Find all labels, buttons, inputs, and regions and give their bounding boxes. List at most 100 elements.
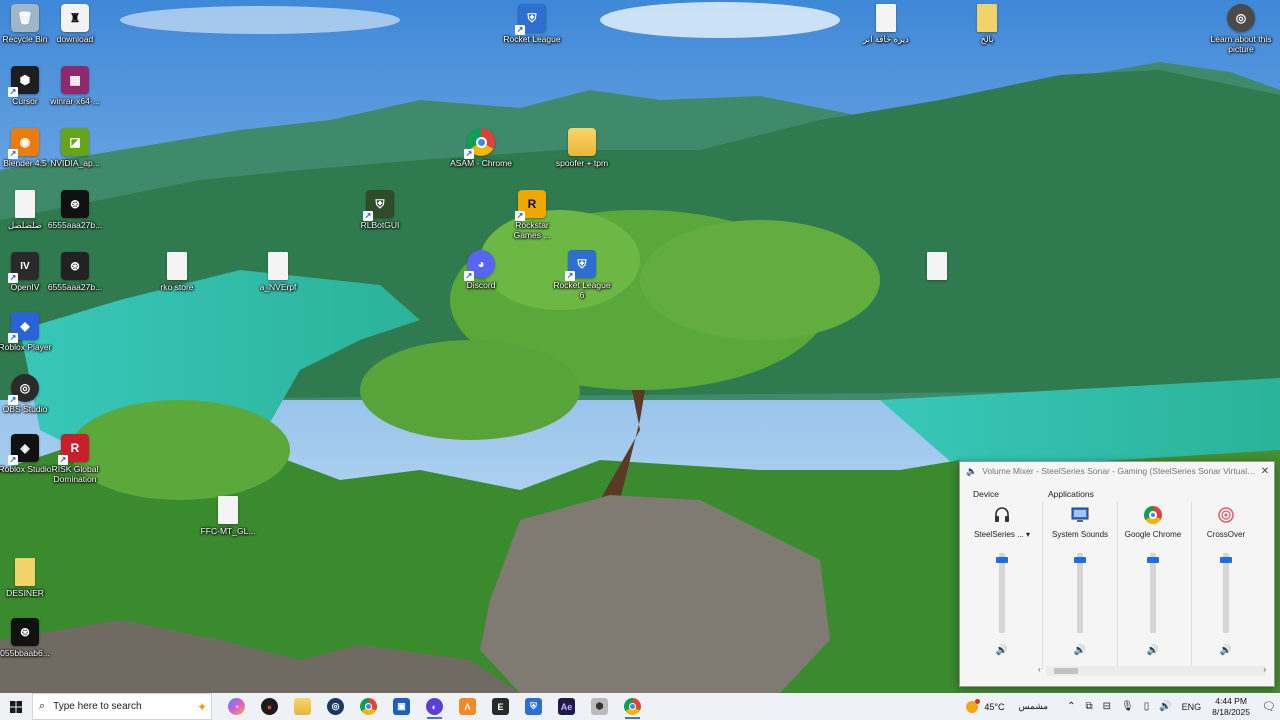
desktop-icon-rlbotgui[interactable]: ⛨ ↗ RLBotGUI (349, 190, 411, 230)
desktop-icon-discord[interactable]: ◕ ↗ Discord (450, 250, 512, 290)
device-header: Device (973, 489, 999, 499)
desktop-icon-spoofer[interactable]: spoofer + tpm (551, 128, 613, 168)
chrome-volume-slider[interactable] (1147, 553, 1159, 633)
taskbar-chrome-dev-icon[interactable]: ◐ (418, 693, 451, 720)
desktop-icon-ffc[interactable]: FFC-MT_GL... (197, 496, 259, 536)
volume-mixer-window[interactable]: 🔈 Volume Mixer - SteelSeries Sonar - Gam… (959, 461, 1275, 687)
desktop-icon-rockstar[interactable]: R ↗ Rockstar Games ... (501, 190, 563, 240)
desktop-icon-asam-chrome[interactable]: ↗ ASAM - Chrome (450, 128, 512, 168)
dark-app-icon: ⊛ (61, 190, 89, 218)
search-highlight-icon: ✦ (196, 699, 207, 714)
taskbar-file-explorer-icon[interactable] (286, 693, 319, 720)
mixer-titlebar[interactable]: 🔈 Volume Mixer - SteelSeries Sonar - Gam… (960, 462, 1274, 480)
desktop-icon-arabic-file-1[interactable]: ذيرة خافة ابر (855, 4, 917, 44)
roblox-studio-icon: ◈ ↗ (8, 434, 39, 465)
microphone-icon[interactable]: 🎙 (1121, 701, 1134, 712)
desktop-icon-rocket-league[interactable]: ⛨ ↗ Rocket League (501, 4, 563, 44)
crossover-volume-slider[interactable] (1220, 553, 1232, 633)
desktop-icon-obs[interactable]: ◎ ↗ OBS Studio (0, 374, 56, 414)
text-file-icon (218, 496, 238, 524)
desktop-icon-arabic-file-2[interactable]: بالخ (956, 4, 1018, 44)
desktop-icon-learn-picture[interactable]: ◎ Learn about this picture (1210, 4, 1272, 54)
weather-temperature: 45°C (984, 701, 1005, 712)
weather-widget[interactable]: 45°C مشمس (966, 698, 1049, 713)
scrollbar-thumb[interactable] (1054, 668, 1078, 674)
scroll-right-icon[interactable]: › (1263, 665, 1266, 674)
clock[interactable]: 4:44 PM 8/18/2025 (1212, 696, 1250, 718)
rlbot-icon: ⛨ ↗ (363, 190, 394, 221)
desktop-icon-nverpf[interactable]: a_NVErpf (247, 252, 309, 292)
desktop-icon-nvidia[interactable]: ◪ NVIDIA_ap... (44, 128, 106, 168)
volume-icon[interactable]: 🔊 (1159, 701, 1171, 712)
dark-app-icon: ⊛ (61, 252, 89, 280)
taskbar-red-app-icon[interactable]: ● (253, 693, 286, 720)
dark-app-icon: ⊛ (11, 618, 39, 646)
taskbar-chrome-2-icon[interactable] (616, 693, 649, 720)
system-sounds-volume-slider[interactable] (1074, 553, 1086, 633)
device-mute-button[interactable]: 🔊 (996, 645, 1008, 656)
usb-icon[interactable]: ⊟ (1103, 701, 1111, 712)
system-sounds-mute-button[interactable]: 🔊 (1074, 645, 1086, 656)
battery-icon[interactable]: ▯ (1144, 701, 1150, 712)
desktop-icon-rocket-league-6[interactable]: ⛨ ↗ Rocket League 6 (551, 250, 613, 300)
taskbar-search-box[interactable]: ⌕ Type here to search ✦ (32, 693, 212, 720)
desktop-icon-risk[interactable]: R ↗ RISK Global Domination (44, 434, 106, 484)
text-file-icon (268, 252, 288, 280)
mixer-channel-system-sounds: System Sounds 🔊 (1042, 504, 1118, 669)
system-tray: 45°C مشمس ⌃ ⧉ ⊟ 🎙 ▯ 🔊 ENG 4:44 PM 8/18/2… (966, 693, 1280, 720)
close-button[interactable]: ✕ (1256, 466, 1274, 477)
taskbar-copilot-icon[interactable]: ◔ (220, 693, 253, 720)
taskbar-chrome-icon[interactable] (352, 693, 385, 720)
taskbar-steam-icon[interactable]: ◎ (319, 693, 352, 720)
text-file-icon (15, 190, 35, 218)
notification-center-icon[interactable]: 🗨 (1258, 700, 1280, 713)
desktop-icon-blank-file[interactable] (906, 252, 968, 282)
device-dropdown[interactable]: SteelSeries ... ▾ (974, 530, 1030, 539)
chevron-up-icon[interactable]: ⌃ (1067, 701, 1075, 712)
taskbar-cursor-icon[interactable]: ⬢ (583, 693, 616, 720)
taskbar-sublime-icon[interactable]: Λ (451, 693, 484, 720)
chrome-mute-button[interactable]: 🔊 (1147, 645, 1159, 656)
network-icon[interactable]: ⧉ (1085, 701, 1092, 712)
device-volume-slider[interactable] (996, 553, 1008, 633)
blender-icon: ◉ ↗ (8, 128, 39, 159)
horizontal-scrollbar[interactable]: ‹ › (1038, 665, 1266, 676)
taskbar-store-icon[interactable]: ▣ (385, 693, 418, 720)
language-indicator[interactable]: ENG (1182, 702, 1202, 712)
taskbar-after-effects-icon[interactable]: Ae (550, 693, 583, 720)
camera-icon: ◎ (1227, 4, 1255, 32)
crossover-icon[interactable] (1215, 504, 1237, 526)
slider-thumb[interactable] (1074, 557, 1086, 563)
desktop-icon-roblox-player[interactable]: ◆ ↗ Roblox Player (0, 312, 56, 352)
weather-sun-icon (966, 698, 981, 713)
desktop-icon-desiner[interactable]: DESINER (0, 558, 56, 598)
desktop-icon-055b[interactable]: ⊛ 055bbaab6... (0, 618, 56, 658)
discord-icon: ◕ ↗ (464, 250, 495, 281)
winrar-icon: ▦ (61, 66, 89, 94)
rocket-league-icon: ⛨ ↗ (515, 4, 546, 35)
desktop-icon-rko-store[interactable]: rko store (146, 252, 208, 292)
clock-time: 4:44 PM (1215, 695, 1247, 706)
slider-thumb[interactable] (1147, 557, 1159, 563)
risk-icon: R ↗ (58, 434, 89, 465)
search-icon: ⌕ (39, 700, 46, 712)
document-icon (977, 4, 997, 32)
slider-thumb[interactable] (1220, 557, 1232, 563)
desktop-icon-6555-a[interactable]: ⊛ 6555aaa27b... (44, 190, 106, 230)
taskbar-epic-games-icon[interactable]: E (484, 693, 517, 720)
taskbar-rocket-league-icon[interactable]: ⛨ (517, 693, 550, 720)
chrome-icon[interactable] (1142, 504, 1164, 526)
headset-icon[interactable] (991, 504, 1013, 526)
applications-header: Applications (1048, 489, 1094, 499)
desktop-icon-6555-b[interactable]: ⊛ 6555aaa27b... (44, 252, 106, 292)
system-sounds-icon[interactable] (1069, 504, 1091, 526)
chevron-down-icon: ▾ (1026, 530, 1031, 539)
desktop-icon-download[interactable]: ♜ download (44, 4, 106, 44)
scroll-left-icon[interactable]: ‹ (1038, 665, 1041, 674)
weather-description: مشمس (1018, 701, 1049, 711)
start-button[interactable] (0, 693, 32, 720)
crossover-mute-button[interactable]: 🔊 (1220, 645, 1232, 656)
desktop-icon-winrar[interactable]: ▦ winrar-x64-... (44, 66, 106, 106)
channel-label: System Sounds (1051, 530, 1109, 539)
slider-thumb[interactable] (996, 557, 1008, 563)
